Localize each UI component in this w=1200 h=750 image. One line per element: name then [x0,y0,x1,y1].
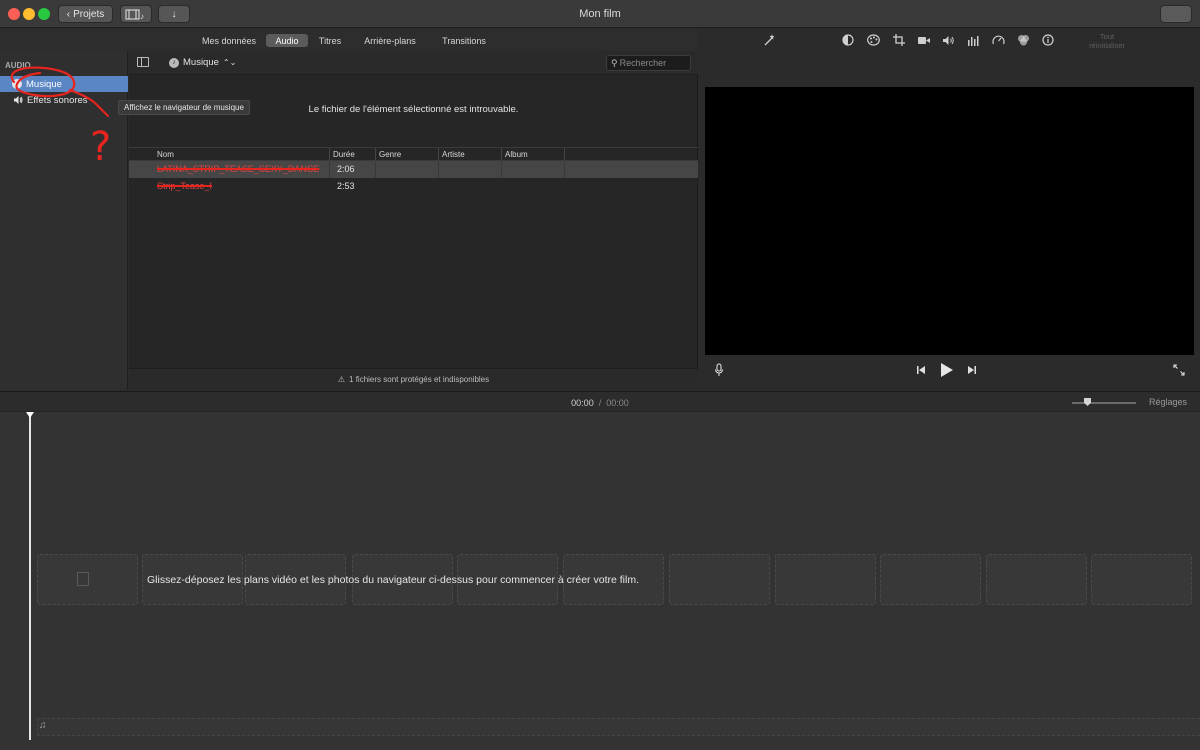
timeline-header: 00:00 / 00:00 Réglages [0,391,1200,412]
time-separator: / [598,398,602,408]
tab-titres[interactable]: Titres [313,34,347,47]
film-strip-icon [77,572,89,586]
track-duration: 2:53 [337,181,355,191]
current-time: 00:00 [571,398,594,408]
library-selector[interactable]: ♪ Musique ⌃⌄ [169,57,236,68]
track-duration: 2:06 [337,164,355,174]
stabilization-icon[interactable] [917,33,931,47]
fullscreen-icon[interactable] [1172,363,1186,377]
sidebar-item-label: Effets sonores [27,94,88,106]
color-palette-icon[interactable] [866,33,880,47]
music-note-icon: ♪ [169,57,179,68]
reset-all-button[interactable]: Tout réinitialiser [1089,32,1125,50]
audio-lane[interactable] [37,718,1200,736]
color-balance-icon[interactable] [841,33,855,47]
column-header-genre[interactable]: Genre [379,150,401,159]
timeline-drop-message: Glissez-déposez les plans vidéo et les p… [147,574,639,586]
warning-icon: ⚠ [337,375,346,384]
window-title: Mon film [579,8,621,20]
sidebar-heading: AUDIO [5,61,31,70]
crop-icon[interactable] [892,33,906,47]
volume-icon[interactable] [941,33,955,47]
missing-file-message: Le fichier de l'élément sélectionné est … [308,104,519,115]
browser-toolbar: ♪ Musique ⌃⌄ ⚲ [129,51,698,75]
column-header-nom[interactable]: Nom [157,150,174,159]
track-name: Strip_Tease_I [157,181,213,191]
column-header-artiste[interactable]: Artiste [442,150,465,159]
total-time: 00:00 [606,398,629,408]
music-browser: ♪ Musique ⌃⌄ ⚲ Affichez le navigateur de… [118,51,698,390]
table-row[interactable]: LATINA_STRIP_TEASE_SEXY_DANCE 2:06 [129,161,698,178]
library-selector-label: Musique [183,57,219,68]
microphone-icon[interactable] [712,363,726,377]
table-header: Nom Durée Genre Artiste Album [129,147,698,162]
magic-wand-icon[interactable] [762,33,776,47]
protected-files-footer: ⚠ 1 fichiers sont protégés et indisponib… [129,368,698,390]
video-preview [705,87,1194,355]
audio-sidebar: AUDIO ♪ Musique Effets sonores [0,51,128,390]
skip-forward-icon[interactable] [965,363,979,377]
search-icon: ⚲ [611,57,618,68]
music-note-icon: ♫ [39,720,47,731]
search-input[interactable] [619,58,690,68]
tab-audio[interactable]: Audio [266,34,308,47]
sidebar-toggle-icon[interactable] [137,57,149,67]
timecode: 00:00 / 00:00 [0,398,1200,408]
speed-icon[interactable] [991,33,1005,47]
tab-arriere-plans[interactable]: Arrière-plans [357,34,423,47]
clip-placeholder [880,554,981,605]
music-table: Nom Durée Genre Artiste Album LATINA_STR… [129,147,698,195]
clip-placeholder [669,554,770,605]
clip-placeholder [1091,554,1192,605]
title-bar: ‹ Projets ♪ ↓ Mon film [0,0,1200,28]
tab-mes-donnees[interactable]: Mes données [196,34,262,47]
play-icon[interactable] [939,363,953,377]
info-icon[interactable] [1041,33,1055,47]
equalizer-icon[interactable] [966,33,980,47]
skip-back-icon[interactable] [914,363,928,377]
search-field[interactable]: ⚲ [606,55,691,71]
sidebar-item-musique[interactable]: ♪ Musique [0,76,128,92]
column-header-album[interactable]: Album [505,150,528,159]
settings-button[interactable]: Réglages [1149,397,1187,407]
viewer-panel: Tout réinitialiser [699,29,1200,390]
clip-placeholder [986,554,1087,605]
protected-files-message: 1 fichiers sont protégés et indisponible… [349,375,490,384]
speaker-icon [12,95,23,106]
chevron-updown-icon: ⌃⌄ [222,58,237,67]
track-name: LATINA_STRIP_TEASE_SEXY_DANCE [157,164,320,174]
filter-icon[interactable] [1016,33,1030,47]
browser-tabs: Mes données Audio Titres Arrière-plans T… [0,29,698,51]
column-header-duree[interactable]: Durée [333,150,355,159]
sidebar-item-label: Musique [26,78,62,90]
sidebar-item-effets-sonores[interactable]: Effets sonores [0,92,128,108]
music-note-icon: ♪ [12,79,22,89]
imovie-window: ‹ Projets ♪ ↓ Mon film Mes données Audio… [0,0,1200,750]
tab-transitions[interactable]: Transitions [436,34,492,47]
playhead[interactable] [29,412,31,740]
share-button[interactable] [1160,5,1192,23]
table-row[interactable]: Strip_Tease_I 2:53 [129,178,698,195]
zoom-slider-track[interactable] [1072,402,1136,404]
clip-placeholder [775,554,876,605]
